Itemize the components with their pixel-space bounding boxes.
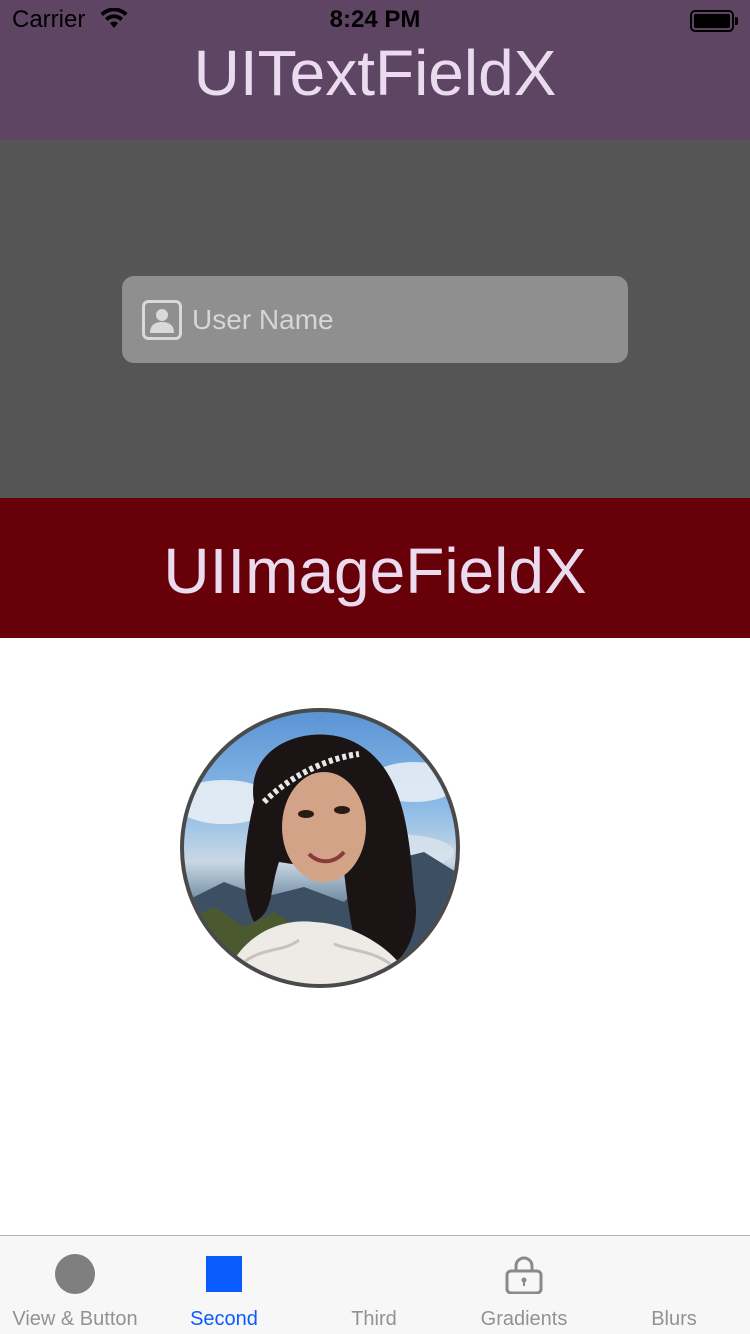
textfield-demo-area [0, 140, 750, 498]
avatar-container [180, 708, 460, 988]
tab-bar: View & Button Second Third Gradients Blu… [0, 1235, 750, 1334]
avatar-photo [184, 734, 456, 984]
tab-label: Third [351, 1308, 397, 1330]
tab-second[interactable]: Second [149, 1236, 299, 1334]
username-input[interactable] [192, 276, 612, 363]
tab-label: Second [190, 1308, 258, 1330]
imagefield-header: UIImageFieldX [0, 498, 750, 638]
tab-label: View & Button [12, 1308, 138, 1330]
user-icon [142, 300, 182, 340]
avatar [180, 708, 460, 988]
tab-blurs[interactable]: Blurs [599, 1236, 749, 1334]
tab-label: Gradients [480, 1308, 568, 1330]
imagefield-section-title: UIImageFieldX [163, 535, 587, 607]
square-icon [206, 1256, 242, 1292]
tab-third[interactable]: Third [299, 1236, 449, 1334]
username-field[interactable] [122, 276, 628, 363]
status-time: 8:24 PM [329, 6, 421, 33]
imagefield-demo-area [0, 638, 750, 1235]
tab-gradients[interactable]: Gradients [449, 1236, 599, 1334]
textfield-header: Carrier 8:24 PM UITextFieldX [0, 0, 750, 140]
textfield-section-title: UITextFieldX [193, 37, 557, 109]
battery-icon [690, 10, 738, 32]
tab-view-button[interactable]: View & Button [0, 1236, 150, 1334]
status-bar: Carrier 8:24 PM [0, 0, 750, 40]
lock-icon [505, 1256, 543, 1294]
tab-label: Blurs [651, 1308, 697, 1330]
circle-icon [55, 1254, 95, 1294]
